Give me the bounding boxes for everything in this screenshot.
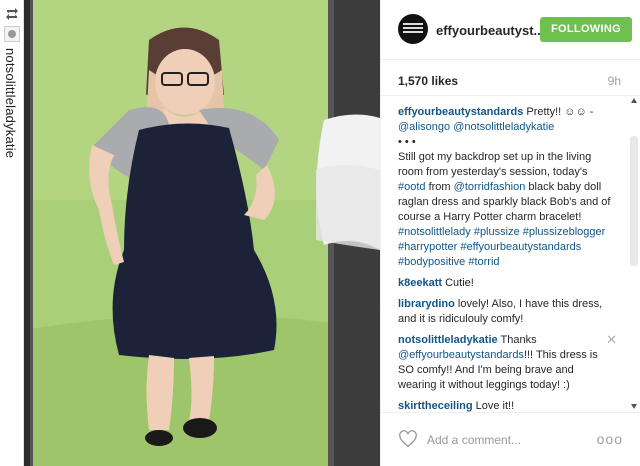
comment: skirttheceiling Love it!! (398, 400, 515, 412)
post-time: 9h (607, 74, 621, 88)
post-stats: 1,570 likes 9h (381, 60, 640, 96)
scroll-down-icon[interactable] (631, 404, 637, 409)
caption-comment: effyourbeautystandards Pretty!! ☺☺ - @al… (398, 106, 611, 268)
hashtag-link[interactable]: #ootd (398, 181, 426, 193)
hashtag-links[interactable]: #notsolittlelady #plussize #plussizeblog… (398, 226, 605, 268)
mention-link[interactable]: @notsolittleladykatie (453, 121, 554, 133)
author-avatar[interactable] (398, 14, 428, 44)
mention-link[interactable]: @effyourbeautystandards (398, 349, 524, 361)
comments-scrollbar[interactable] (629, 96, 639, 412)
comment: k8eekatt Cutie! (398, 277, 474, 289)
more-options-icon[interactable]: ooo (597, 431, 623, 447)
mention-link[interactable]: @alisongo (398, 121, 450, 133)
mention-link[interactable]: @torridfashion (454, 181, 526, 193)
repost-username[interactable]: notsolittleladykatie (3, 48, 18, 158)
comment-username[interactable]: skirttheceiling (398, 400, 473, 412)
following-button[interactable]: FOLLOWING (540, 17, 632, 42)
comment: ✕ notsolittleladykatie Thanks @effyourbe… (398, 332, 617, 391)
photo-illustration (24, 0, 380, 466)
comment: librarydino lovely! Also, I have this dr… (398, 298, 603, 325)
close-icon[interactable]: ✕ (606, 333, 617, 346)
repost-strip: notsolittleladykatie (0, 0, 24, 466)
strip-avatar[interactable] (4, 26, 20, 42)
repost-icon (6, 8, 18, 20)
comment-username[interactable]: librarydino (398, 298, 455, 310)
comments-list[interactable]: effyourbeautystandards Pretty!! ☺☺ - @al… (381, 96, 629, 412)
scroll-up-icon[interactable] (631, 98, 637, 103)
comment-username[interactable]: effyourbeautystandards (398, 106, 523, 118)
post-photo[interactable] (24, 0, 380, 466)
post-header: effyourbeautyst... FOLLOWING (381, 0, 640, 60)
likes-count[interactable]: 1,570 likes (398, 74, 458, 88)
ellipsis: • • • (398, 136, 416, 148)
comment-input[interactable] (427, 430, 587, 450)
scroll-thumb[interactable] (630, 136, 638, 266)
heart-icon[interactable] (398, 430, 418, 448)
author-username[interactable]: effyourbeautyst... (436, 23, 544, 38)
comment-username[interactable]: notsolittleladykatie (398, 334, 498, 346)
post-details-pane: effyourbeautyst... FOLLOWING 1,570 likes… (380, 0, 640, 466)
comment-username[interactable]: k8eekatt (398, 277, 442, 289)
comment-footer: ooo (381, 412, 640, 466)
